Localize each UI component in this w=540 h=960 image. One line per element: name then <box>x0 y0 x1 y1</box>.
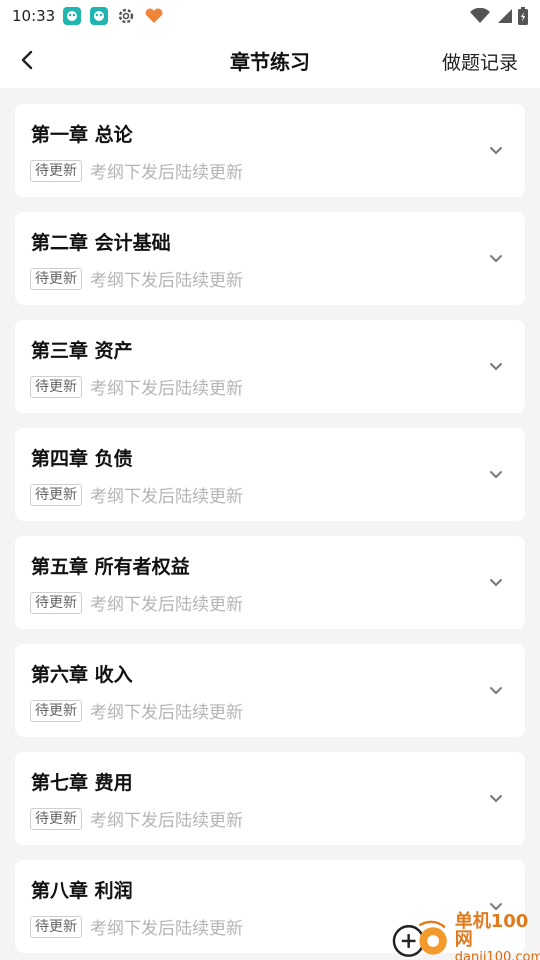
chapter-note: 考纲下发后陆续更新 <box>90 271 243 291</box>
signal-icon <box>496 8 512 24</box>
chapter-status: 待更新 考纲下发后陆续更新 <box>30 482 243 507</box>
chapter-status: 待更新 考纲下发后陆续更新 <box>30 158 243 183</box>
chapter-list: 第一章 总论 待更新 考纲下发后陆续更新 第二章 会计基础 待更新 考纲下发后陆… <box>15 104 525 960</box>
back-button[interactable] <box>14 46 42 74</box>
chapter-title: 第四章 负债 <box>31 448 133 470</box>
back-arrow-icon <box>21 50 33 70</box>
chapter-card[interactable]: 第六章 收入 待更新 考纲下发后陆续更新 <box>15 644 525 737</box>
chapter-card[interactable]: 第三章 资产 待更新 考纲下发后陆续更新 <box>15 320 525 413</box>
watermark-name: 单机100网 <box>454 911 529 950</box>
pending-tag: 待更新 <box>30 267 82 290</box>
pending-tag: 待更新 <box>30 483 82 506</box>
chapter-status: 待更新 考纲下发后陆续更新 <box>30 914 243 939</box>
chevron-down-icon[interactable] <box>487 250 505 268</box>
site-watermark: 单机100网 danji100.com <box>392 913 540 960</box>
chapter-note: 考纲下发后陆续更新 <box>90 595 243 615</box>
chapter-note: 考纲下发后陆续更新 <box>90 919 243 939</box>
pending-tag: 待更新 <box>30 159 82 182</box>
wifi-icon <box>470 8 490 24</box>
chapter-note: 考纲下发后陆续更新 <box>90 703 243 723</box>
chevron-down-icon[interactable] <box>487 466 505 484</box>
chapter-status: 待更新 考纲下发后陆续更新 <box>30 266 243 291</box>
settings-gear-icon <box>117 7 135 25</box>
chapter-card[interactable]: 第四章 负债 待更新 考纲下发后陆续更新 <box>15 428 525 521</box>
battery-icon <box>518 7 528 25</box>
chapter-title: 第二章 会计基础 <box>31 232 171 254</box>
chapter-title: 第三章 资产 <box>31 340 133 362</box>
chapter-note: 考纲下发后陆续更新 <box>90 811 243 831</box>
chapter-title: 第一章 总论 <box>31 124 133 146</box>
chapter-status: 待更新 考纲下发后陆续更新 <box>30 374 243 399</box>
chevron-down-icon[interactable] <box>487 574 505 592</box>
chapter-status: 待更新 考纲下发后陆续更新 <box>30 698 243 723</box>
chevron-down-icon[interactable] <box>487 682 505 700</box>
chevron-down-icon[interactable] <box>487 142 505 160</box>
watermark-url: danji100.com <box>454 950 540 960</box>
status-bar: 10:33 <box>0 0 540 32</box>
app-header: 章节练习 做题记录 <box>0 32 540 88</box>
chapter-card[interactable]: 第一章 总论 待更新 考纲下发后陆续更新 <box>15 104 525 197</box>
chapter-note: 考纲下发后陆续更新 <box>90 163 243 183</box>
status-time: 10:33 <box>12 7 56 25</box>
page-title: 章节练习 <box>230 49 310 74</box>
pending-tag: 待更新 <box>30 807 82 830</box>
pending-tag: 待更新 <box>30 915 82 938</box>
app-heart-icon <box>144 7 164 25</box>
chapter-note: 考纲下发后陆续更新 <box>90 379 243 399</box>
practice-record-link[interactable]: 做题记录 <box>442 48 518 75</box>
pending-tag: 待更新 <box>30 699 82 722</box>
chapter-note: 考纲下发后陆续更新 <box>90 487 243 507</box>
chapter-status: 待更新 考纲下发后陆续更新 <box>30 590 243 615</box>
chapter-title: 第七章 费用 <box>31 772 133 794</box>
pending-tag: 待更新 <box>30 375 82 398</box>
chapter-card[interactable]: 第七章 费用 待更新 考纲下发后陆续更新 <box>15 752 525 845</box>
pending-tag: 待更新 <box>30 591 82 614</box>
chevron-down-icon[interactable] <box>487 790 505 808</box>
chapter-title: 第五章 所有者权益 <box>31 556 190 578</box>
app-notification-icon <box>63 7 82 25</box>
app-notification-icon <box>90 7 109 25</box>
chapter-card[interactable]: 第二章 会计基础 待更新 考纲下发后陆续更新 <box>15 212 525 305</box>
watermark-logo-icon <box>392 920 447 957</box>
chevron-down-icon[interactable] <box>487 358 505 376</box>
chapter-title: 第八章 利润 <box>31 880 133 902</box>
chapter-card[interactable]: 第五章 所有者权益 待更新 考纲下发后陆续更新 <box>15 536 525 629</box>
chapter-title: 第六章 收入 <box>31 664 133 686</box>
chapter-status: 待更新 考纲下发后陆续更新 <box>30 806 243 831</box>
